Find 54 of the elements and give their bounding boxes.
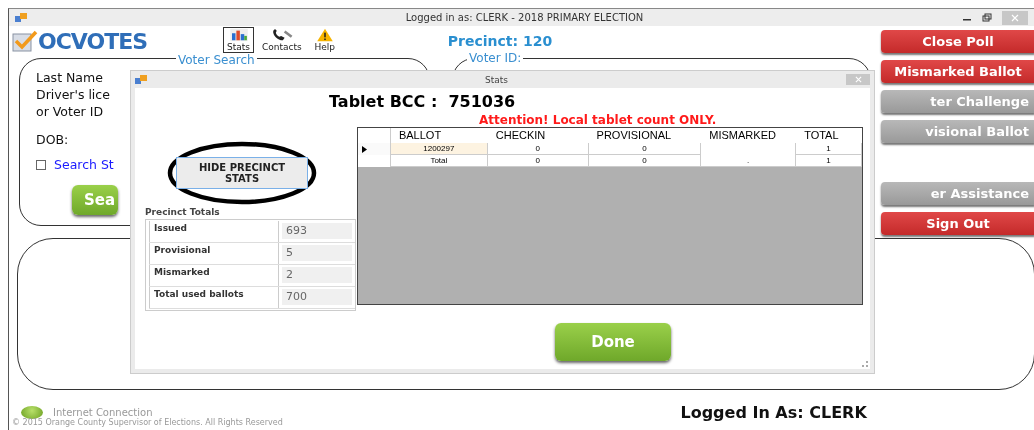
app-icon — [15, 12, 27, 23]
total-value-field: 700 — [282, 289, 352, 305]
total-label: Issued — [149, 221, 279, 242]
bar-chart-icon — [227, 28, 250, 42]
resize-grip-icon — [862, 361, 868, 367]
action-button[interactable]: Close Poll — [881, 30, 1034, 53]
copyright-text: © 2015 Orange County Supervisor of Elections. All Rights Reserved — [12, 418, 284, 427]
checkbox[interactable] — [36, 159, 46, 170]
field-label: Last Name — [36, 69, 103, 86]
checkbox-label[interactable]: Search St — [54, 157, 114, 172]
column-header: MISMARKED — [708, 128, 777, 143]
toolbar-button[interactable]: Contacts — [258, 27, 306, 53]
attention-text: Attention! Local tablet count ONLY. — [479, 113, 718, 127]
group-title: Precinct Totals — [145, 207, 221, 217]
row-header[interactable] — [358, 143, 391, 155]
total-label: Provisional — [149, 243, 279, 264]
row-pointer-icon — [362, 145, 367, 153]
close-icon — [1011, 13, 1019, 22]
column-header: BALLOT — [397, 128, 443, 143]
total-value-field: 5 — [282, 245, 352, 261]
precinct-label: Precinct: 120 — [447, 33, 553, 49]
status-label: Internet Connection — [53, 407, 153, 418]
panel-title: Voter ID: — [467, 51, 524, 65]
table-cell: 1 — [796, 155, 862, 167]
action-button[interactable]: Mismarked Ballot — [881, 60, 1034, 83]
app-icon — [135, 74, 147, 85]
column-header: TOTAL — [803, 128, 840, 143]
logged-in-label: Logged In As: CLERK — [680, 403, 867, 422]
tablet-heading: Tablet BCC : 751036 — [329, 92, 517, 111]
column-header: PROVISIONAL — [595, 128, 673, 143]
field-label: DOB: — [36, 131, 69, 148]
close-icon — [854, 76, 862, 83]
field-label: or Voter ID — [36, 103, 103, 120]
panel-title: Voter Search — [176, 53, 257, 67]
total-label: Total used ballots — [149, 287, 279, 308]
window-title: Logged in as: CLERK - 2018 PRIMARY ELECTION — [404, 12, 645, 23]
hide-stats-button[interactable]: HIDE PRECINCT STATS — [176, 157, 308, 189]
table-cell: 0 — [588, 155, 702, 167]
logo-text: OCVOTES — [38, 28, 148, 54]
total-value-field: 2 — [282, 267, 352, 283]
field-label: Driver's lice — [36, 86, 110, 103]
table-cell: Total — [390, 155, 488, 167]
action-button[interactable]: Sign Out — [881, 212, 1034, 235]
toolbar-button[interactable]: Stats — [223, 27, 255, 53]
table-cell: 1200297 — [390, 143, 488, 155]
total-label: Mismarked — [149, 265, 279, 286]
table-cell: 0 — [487, 155, 589, 167]
toolbar-button[interactable]: Help — [309, 27, 340, 53]
checkmark-logo-icon — [12, 30, 38, 52]
total-value-field: 693 — [282, 223, 352, 239]
dialog-title: Stats — [484, 74, 509, 85]
column-header: CHECKIN — [494, 128, 547, 143]
table-cell: . — [701, 155, 797, 167]
restore-icon[interactable] — [982, 12, 992, 23]
